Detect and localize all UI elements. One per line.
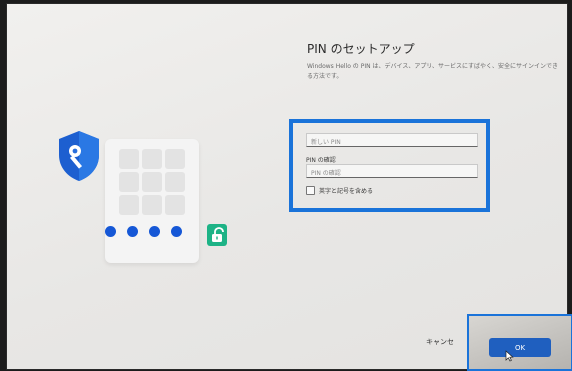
new-pin-placeholder: 新しい PIN: [311, 139, 341, 146]
keypad-key: [142, 195, 162, 215]
unlocked-padlock-icon: [207, 224, 227, 246]
new-pin-input[interactable]: 新しい PIN: [306, 133, 478, 147]
pin-dot: [105, 226, 116, 237]
confirm-pin-input[interactable]: PIN の確認: [306, 164, 478, 178]
keypad-key: [142, 172, 162, 192]
confirm-pin-placeholder: PIN の確認: [311, 170, 341, 177]
keypad-key: [165, 172, 185, 192]
pin-illustration: [47, 114, 247, 274]
include-letters-symbols-option[interactable]: 英字と記号を含める: [306, 186, 373, 195]
ok-button[interactable]: OK: [489, 338, 551, 357]
keypad-card: [105, 139, 199, 263]
keypad-key: [142, 149, 162, 169]
pin-dot: [149, 226, 160, 237]
keypad-key: [165, 149, 185, 169]
page-description: Windows Hello の PIN は、デバイス、アプリ、サービスにすばやく…: [307, 63, 559, 80]
pin-dots: [105, 226, 182, 237]
keypad-key: [119, 172, 139, 192]
mouse-pointer-icon: [505, 350, 514, 362]
shield-key-icon: [59, 131, 99, 181]
confirm-pin-label: PIN の確認: [306, 157, 336, 164]
include-letters-symbols-checkbox[interactable]: [306, 186, 315, 195]
cancel-button[interactable]: キャンセ: [426, 337, 454, 347]
keypad-key: [119, 149, 139, 169]
include-letters-symbols-label: 英字と記号を含める: [319, 188, 374, 195]
pin-dot: [127, 226, 138, 237]
pin-dot: [171, 226, 182, 237]
page-title: PIN のセットアップ: [307, 42, 415, 56]
keypad-key: [119, 195, 139, 215]
keypad-key: [165, 195, 185, 215]
